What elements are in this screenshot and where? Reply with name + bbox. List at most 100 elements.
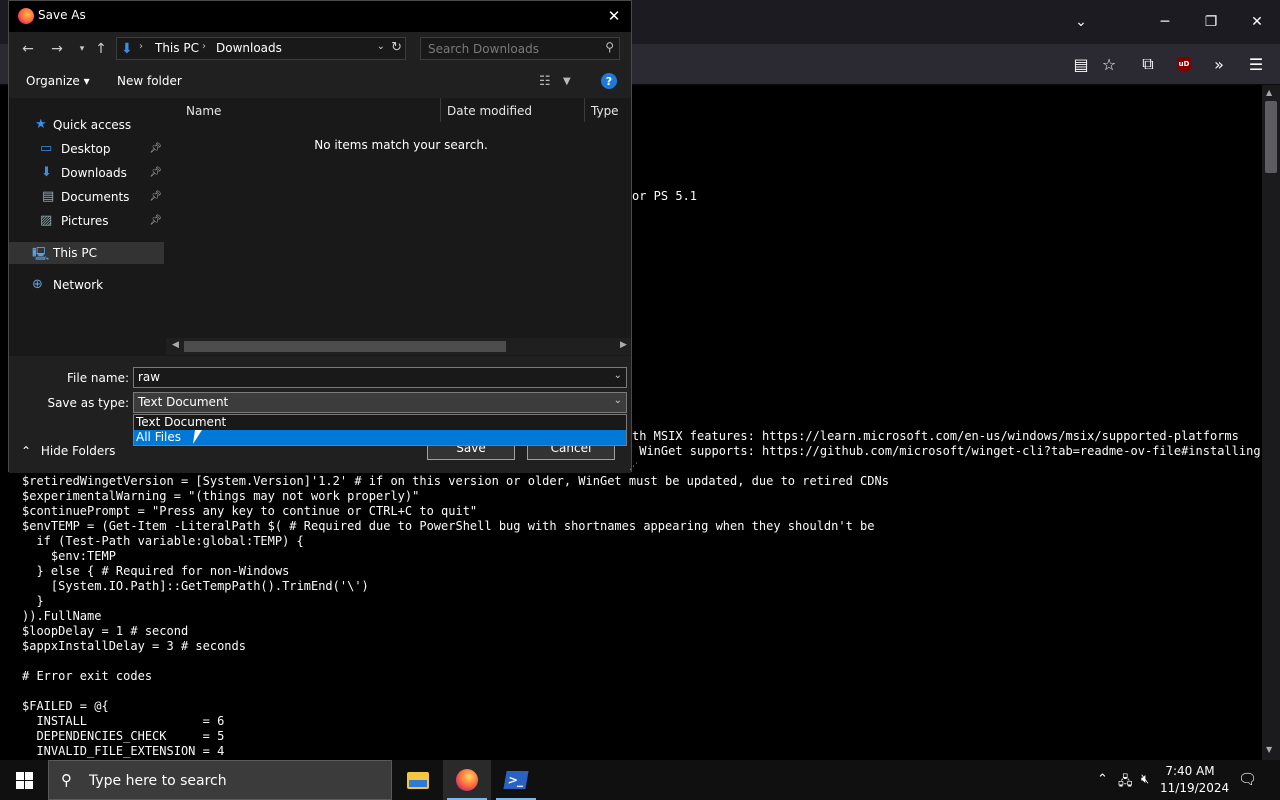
- empty-state-message: No items match your search.: [314, 138, 488, 152]
- column-divider[interactable]: [440, 98, 441, 122]
- taskbar-file-explorer[interactable]: [394, 760, 442, 800]
- ublock-label: uD: [1177, 57, 1191, 71]
- file-explorer-icon: [407, 771, 429, 789]
- organize-button[interactable]: Organize ▾: [26, 74, 90, 88]
- nav-item-label: Quick access: [53, 118, 132, 132]
- scroll-up-icon[interactable]: ▲: [1266, 88, 1272, 97]
- nav-item-this-pc[interactable]: 🖳︎ This PC: [9, 242, 164, 264]
- clock-time[interactable]: 7:40 AM: [1160, 764, 1220, 778]
- scroll-down-icon[interactable]: ▼: [1266, 745, 1272, 754]
- start-button[interactable]: [0, 760, 48, 800]
- chevron-right-icon[interactable]: ›: [202, 41, 206, 52]
- pin-icon: 📌︎: [149, 167, 162, 178]
- up-arrow-icon[interactable]: ↑: [92, 40, 110, 58]
- file-name-value: raw: [138, 370, 161, 384]
- close-icon[interactable]: ✕: [603, 5, 625, 27]
- pictures-icon: ▨: [40, 213, 53, 228]
- nav-item-pictures[interactable]: ▨ Pictures 📌︎: [9, 210, 164, 232]
- new-folder-button[interactable]: New folder: [117, 74, 182, 88]
- nav-item-desktop[interactable]: ▭ Desktop 📌︎: [9, 138, 164, 160]
- clock-date[interactable]: 11/19/2024: [1160, 781, 1229, 795]
- dialog-title: Save As: [38, 8, 86, 22]
- taskbar-search-box[interactable]: ⚲ Type here to search: [48, 760, 392, 800]
- horizontal-scroll-thumb[interactable]: [184, 341, 506, 352]
- file-name-field[interactable]: raw ⌄: [133, 367, 627, 388]
- save-as-type-label: Save as type:: [47, 396, 129, 410]
- column-header-date-modified[interactable]: Date modified: [447, 104, 532, 118]
- chevron-down-icon[interactable]: ▼: [563, 76, 571, 87]
- chevron-down-icon[interactable]: ⌄: [614, 370, 622, 381]
- chevron-down-icon[interactable]: ⌄: [614, 395, 622, 406]
- star-icon: ★: [35, 117, 47, 132]
- bookmark-star-icon[interactable]: ☆: [1095, 50, 1123, 78]
- nav-item-label: This PC: [53, 246, 97, 260]
- dialog-toolbar: Organize ▾ New folder ☷ ▼ ?: [9, 66, 631, 98]
- search-input[interactable]: [421, 38, 601, 59]
- nav-item-network[interactable]: ⊕ Network: [9, 274, 164, 296]
- nav-item-downloads[interactable]: ⬇ Downloads 📌︎: [9, 162, 164, 184]
- breadcrumb-downloads[interactable]: Downloads: [216, 41, 282, 55]
- scroll-left-icon[interactable]: ◀: [172, 340, 179, 350]
- document-icon: ▤: [42, 189, 55, 204]
- extensions-icon[interactable]: ⧉: [1134, 50, 1162, 78]
- help-icon[interactable]: ?: [601, 73, 617, 89]
- code-line: $env:TEMP: [22, 549, 116, 563]
- recent-locations-chevron-icon[interactable]: ▾: [73, 40, 91, 58]
- restore-icon[interactable]: ❐: [1196, 8, 1226, 36]
- column-header-type[interactable]: Type: [591, 104, 619, 118]
- taskbar-firefox[interactable]: [443, 760, 491, 800]
- save-as-type-select[interactable]: Text Document ⌄: [133, 392, 627, 413]
- horizontal-scrollbar[interactable]: ◀ ▶: [166, 338, 631, 355]
- reader-view-icon[interactable]: ▤: [1067, 50, 1095, 78]
- windows-logo-icon: [15, 771, 33, 789]
- page-scroll-thumb[interactable]: [1265, 101, 1277, 173]
- chevron-right-icon[interactable]: ›: [139, 41, 143, 52]
- network-status-icon[interactable]: 🖧︎: [1118, 772, 1133, 794]
- file-name-label: File name:: [67, 371, 129, 385]
- close-window-icon[interactable]: ✕: [1242, 8, 1272, 36]
- hide-folders-button[interactable]: ⌃ Hide Folders: [21, 444, 115, 458]
- volume-muted-icon[interactable]: 🔇︎: [1141, 772, 1149, 787]
- view-options-icon[interactable]: ☷: [539, 74, 551, 89]
- menu-icon[interactable]: ☰: [1242, 50, 1270, 78]
- save-as-type-value: Text Document: [138, 395, 229, 409]
- powershell-icon: >_: [503, 771, 529, 789]
- search-icon[interactable]: ⚲: [605, 40, 614, 54]
- nav-item-label: Network: [53, 278, 104, 292]
- computer-icon: 🖳︎: [32, 247, 50, 262]
- search-box[interactable]: ⚲: [420, 37, 620, 60]
- code-line: $appxInstallDelay = 3 # seconds: [22, 639, 246, 653]
- list-all-tabs-icon[interactable]: ⌄: [1066, 8, 1096, 36]
- resize-grip-icon[interactable]: ⋰: [629, 462, 638, 472]
- column-header-name[interactable]: Name: [186, 104, 221, 118]
- type-option-all-files[interactable]: All Files: [134, 430, 626, 445]
- minimize-icon[interactable]: ─: [1150, 8, 1180, 36]
- breadcrumb-this-pc[interactable]: This PC: [155, 41, 199, 55]
- forward-arrow-icon[interactable]: →: [48, 40, 66, 58]
- address-bar[interactable]: ⬇ › This PC › Downloads ⌄ ↻: [116, 37, 406, 60]
- code-line: $continuePrompt = "Press any key to cont…: [22, 504, 478, 518]
- scroll-right-icon[interactable]: ▶: [620, 340, 627, 350]
- ublock-icon[interactable]: uD: [1170, 50, 1198, 78]
- code-line: or PS 5.1: [632, 189, 698, 203]
- code-line: $experimentalWarning = "(things may not …: [22, 489, 420, 503]
- notifications-icon[interactable]: 🗨︎: [1238, 770, 1257, 788]
- page-scrollbar[interactable]: ▲ ▼: [1262, 85, 1280, 760]
- pin-icon: 📌︎: [149, 215, 162, 226]
- type-option-text-document[interactable]: Text Document: [134, 415, 626, 430]
- code-line: WinGet supports: https://github.com/micr…: [632, 444, 1262, 458]
- refresh-icon[interactable]: ↻: [391, 40, 402, 55]
- back-arrow-icon[interactable]: ←: [19, 40, 37, 58]
- taskbar: ⚲ Type here to search >_ ⌃ 🖧︎ 🔇︎ 7:40 AM…: [0, 760, 1280, 800]
- file-list-pane: Name Date modified Type No items match y…: [166, 98, 631, 356]
- column-divider[interactable]: [584, 98, 585, 122]
- taskbar-powershell[interactable]: >_: [492, 760, 540, 800]
- nav-item-quick-access[interactable]: ★ Quick access: [9, 114, 164, 136]
- overflow-icon[interactable]: »: [1205, 50, 1233, 78]
- save-as-dialog: Save As ✕ ← → ▾ ↑ ⬇ › This PC › Download…: [8, 0, 638, 473]
- show-hidden-icons-chevron-icon[interactable]: ⌃: [1097, 772, 1108, 787]
- code-line: $loopDelay = 1 # second: [22, 624, 189, 638]
- nav-item-documents[interactable]: ▤ Documents 📌︎: [9, 186, 164, 208]
- chevron-down-icon[interactable]: ⌄: [377, 41, 385, 52]
- search-icon: ⚲: [61, 771, 72, 789]
